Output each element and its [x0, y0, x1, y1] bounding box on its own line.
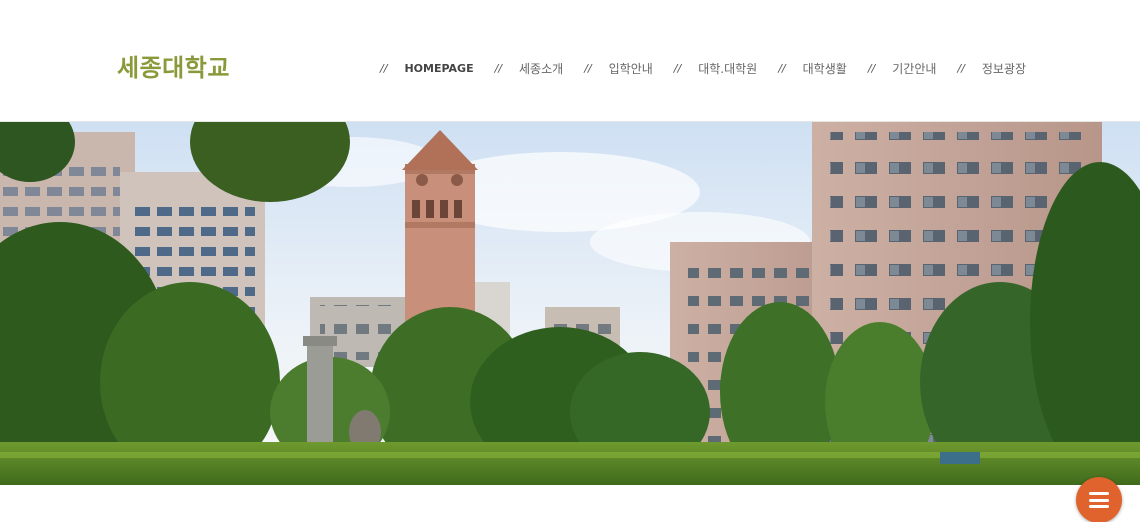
main-nav: // HOMEPAGE // 세종소개 // 입학안내 // 대학.대학원 //…: [380, 60, 1026, 77]
menu-button[interactable]: [1076, 477, 1122, 522]
nav-link-admission[interactable]: 입학안내: [609, 60, 653, 77]
nav-link-campus-life[interactable]: 대학생활: [803, 60, 847, 77]
nav-separator: //: [778, 62, 786, 75]
nav-separator: //: [673, 62, 682, 75]
nav-item-admission: // 입학안내: [584, 60, 674, 77]
nav-separator: //: [867, 62, 876, 75]
campus-illustration: [0, 122, 1140, 485]
nav-item-homepage: // HOMEPAGE: [380, 62, 495, 75]
nav-separator: //: [584, 62, 592, 75]
nav-link-homepage[interactable]: HOMEPAGE: [404, 62, 473, 75]
hero-campus-image: [0, 122, 1140, 485]
nav-item-campus-life: // 대학생활: [778, 60, 868, 77]
nav-item-colleges: // 대학.대학원: [674, 60, 778, 77]
site-header: 세종대학교 // HOMEPAGE // 세종소개 // 입학안내 // 대학.…: [0, 0, 1140, 122]
nav-link-colleges[interactable]: 대학.대학원: [698, 60, 757, 77]
nav-item-institutes: // 기간안내: [868, 60, 958, 77]
site-logo[interactable]: 세종대학교: [117, 48, 230, 83]
menu-icon: [1089, 492, 1109, 508]
nav-separator: //: [380, 62, 388, 75]
nav-separator: //: [494, 62, 503, 75]
nav-item-intro: // 세종소개: [495, 60, 585, 77]
nav-item-info: // 정보광장: [957, 60, 1026, 77]
nav-separator: //: [957, 62, 965, 75]
nav-link-intro[interactable]: 세종소개: [519, 60, 563, 77]
nav-link-institutes[interactable]: 기간안내: [892, 60, 936, 77]
nav-link-info[interactable]: 정보광장: [982, 60, 1026, 77]
page: 세종대학교 // HOMEPAGE // 세종소개 // 입학안내 // 대학.…: [0, 0, 1140, 522]
